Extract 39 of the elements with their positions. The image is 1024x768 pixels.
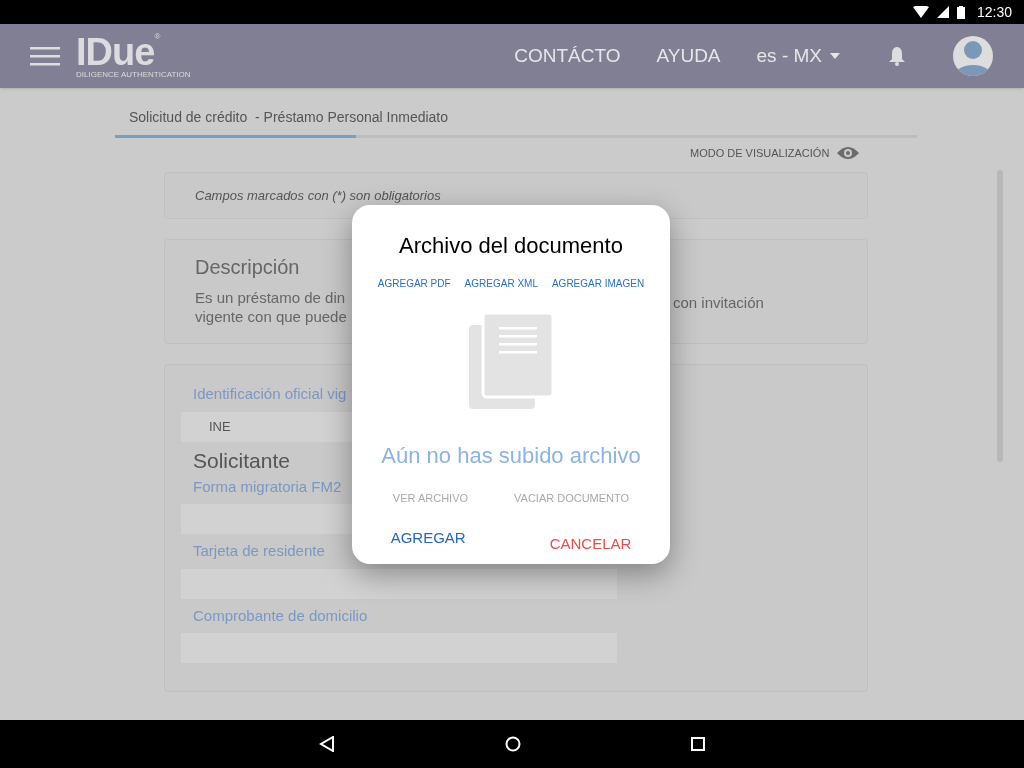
input-field[interactable] — [181, 568, 617, 599]
required-fields-note: Campos marcados con (*) son obligatorios — [195, 186, 441, 205]
bell-icon[interactable] — [888, 46, 906, 66]
field-label: Tarjeta de residente — [193, 541, 325, 561]
menu-icon[interactable] — [30, 46, 60, 66]
dialog-title: Archivo del documento — [399, 232, 623, 260]
breadcrumb-title: Solicitud de crédito - Préstamo Personal Inmediato — [128, 107, 450, 127]
logo-text: IDue — [76, 33, 155, 71]
caret-icon — [830, 53, 840, 59]
eye-icon[interactable] — [837, 146, 860, 161]
avatar-icon[interactable] — [952, 35, 994, 77]
signal-icon — [936, 6, 949, 18]
home-icon[interactable] — [505, 736, 521, 752]
field-label: Comprobante de domicilio — [193, 605, 368, 626]
field-label: Forma migratoria FM2 — [193, 476, 342, 497]
wifi-icon — [912, 6, 929, 18]
add-option-button[interactable]: AGREGAR XML — [464, 276, 538, 291]
add-option-button[interactable]: AGREGAR IMAGEN — [551, 276, 645, 291]
clock: 12:30 — [976, 2, 1012, 22]
add-option-button[interactable]: AGREGAR PDF — [377, 276, 451, 291]
description-title: Descripción — [195, 255, 301, 280]
registered-mark: ® — [154, 33, 161, 41]
language-dropdown[interactable]: es - MX — [756, 41, 840, 71]
description-text: Es un préstamo de din — [195, 288, 346, 307]
description-text: vigente con que puede — [195, 307, 347, 326]
description-text: con invitación — [673, 293, 764, 313]
document-icon — [469, 313, 553, 409]
back-icon[interactable] — [319, 736, 335, 752]
nav-link[interactable]: CONTÁCTO — [514, 41, 621, 71]
view-mode-label: MODO DE VISUALIZACIÓN — [690, 146, 830, 161]
field-label: Identificación oficial vig — [193, 384, 347, 404]
cancel-button[interactable]: CANCELAR — [549, 532, 632, 555]
nav-link[interactable]: AYUDA — [656, 41, 721, 71]
section-title: Solicitante — [193, 447, 290, 474]
empty-message: Aún no has subido archivo — [381, 442, 641, 470]
recents-icon[interactable] — [691, 737, 705, 751]
battery-icon — [956, 5, 965, 19]
add-button[interactable]: AGREGAR — [390, 526, 466, 549]
logo-tagline: DILIGENCE AUTHENTICATION — [76, 71, 191, 79]
